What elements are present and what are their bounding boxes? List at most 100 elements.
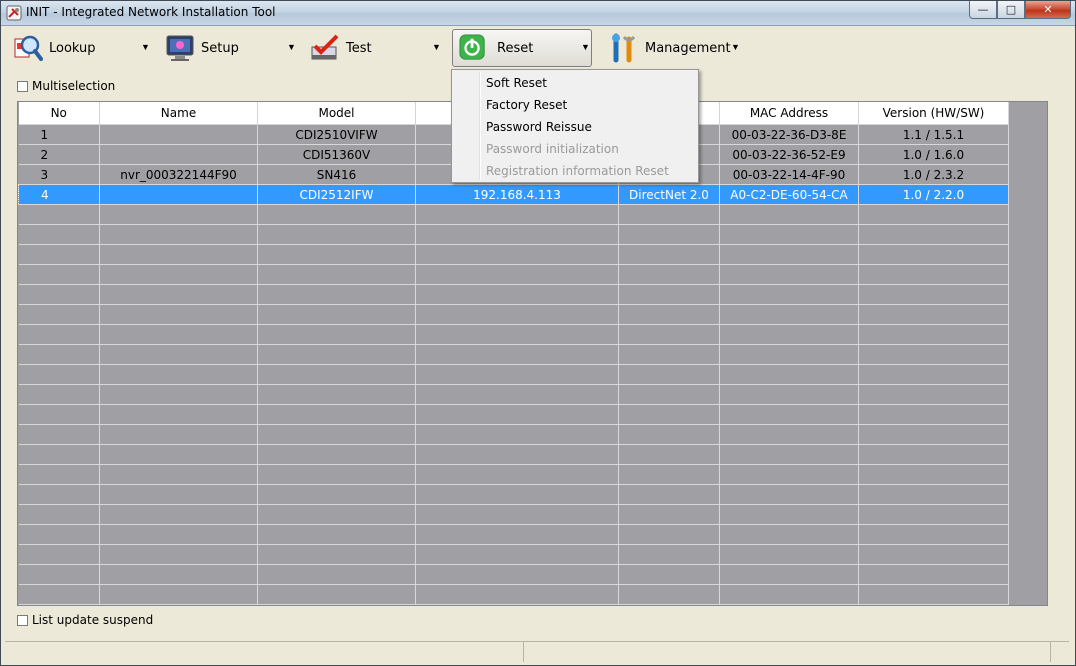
empty-cell [618,464,720,485]
reset-button[interactable]: Reset ▼ [459,30,590,66]
empty-cell [257,404,416,425]
empty-table-row [18,204,1009,225]
empty-cell [99,224,258,245]
empty-cell [858,364,1009,385]
table-row-selected[interactable]: 4 CDI2512IFW 192.168.4.113 DirectNet 2.0… [18,184,1009,205]
empty-cell [18,584,100,605]
empty-cell [858,224,1009,245]
status-bar [5,641,1069,662]
setup-button[interactable]: Setup ▼ [165,30,297,66]
setup-label: Setup [201,40,239,56]
management-dropdown-arrow-icon[interactable]: ▼ [731,42,740,52]
empty-table-row [18,244,1009,265]
empty-table-row [18,504,1009,525]
empty-cell [719,324,859,345]
empty-cell [618,384,720,405]
empty-cell [719,284,859,305]
empty-cell [257,384,416,405]
list-update-suspend-checkbox[interactable]: List update suspend [17,613,153,627]
title-bar[interactable]: INIT - Integrated Network Installation T… [1,1,1075,26]
empty-cell [99,404,258,425]
multiselection-checkbox[interactable]: Multiselection [17,79,115,93]
empty-cell [99,504,258,525]
lookup-dropdown-arrow-icon[interactable]: ▼ [141,42,150,52]
empty-cell [99,464,258,485]
empty-cell [719,564,859,585]
close-button[interactable]: ✕ [1025,1,1071,19]
empty-table-row [18,364,1009,385]
empty-cell [858,544,1009,565]
reset-dropdown-menu: Soft Reset Factory Reset Password Reissu… [451,69,699,183]
empty-cell [858,384,1009,405]
empty-cell [719,404,859,425]
empty-cell [18,304,100,325]
empty-cell [99,264,258,285]
col-header-mac[interactable]: MAC Address [719,102,859,125]
empty-cell [618,584,720,605]
empty-cell [618,224,720,245]
empty-cell [719,544,859,565]
menu-item-factory-reset[interactable]: Factory Reset [486,95,567,115]
lookup-button[interactable]: Lookup ▼ [13,30,155,66]
cell-no: 3 [18,164,100,185]
empty-cell [618,364,720,385]
reset-dropdown-arrow-icon[interactable]: ▼ [581,42,590,52]
empty-cell [99,204,258,225]
status-pane-1 [5,642,524,662]
test-dropdown-arrow-icon[interactable]: ▼ [432,42,441,52]
empty-cell [257,544,416,565]
cell-protocol: DirectNet 2.0 [618,184,720,205]
minimize-button[interactable]: — [969,1,997,19]
col-header-version[interactable]: Version (HW/SW) [858,102,1009,125]
cell-mac: 00-03-22-36-52-E9 [719,144,859,165]
test-label: Test [346,40,372,56]
test-button[interactable]: Test ▼ [310,30,442,66]
empty-cell [719,244,859,265]
empty-table-row [18,464,1009,485]
cell-no: 2 [18,144,100,165]
empty-cell [719,204,859,225]
management-button[interactable]: Management ▼ [609,30,745,66]
col-header-model[interactable]: Model [257,102,416,125]
empty-table-row [18,324,1009,345]
col-header-name[interactable]: Name [99,102,258,125]
setup-dropdown-arrow-icon[interactable]: ▼ [287,42,296,52]
empty-cell [18,264,100,285]
empty-cell [415,404,619,425]
list-update-suspend-checkbox-box[interactable] [17,614,28,626]
empty-cell [18,224,100,245]
empty-cell [99,544,258,565]
cell-name [99,184,258,205]
empty-cell [719,344,859,365]
empty-rows [18,204,1009,605]
empty-cell [415,384,619,405]
empty-cell [719,484,859,505]
menu-item-password-reissue[interactable]: Password Reissue [486,117,592,137]
empty-cell [858,564,1009,585]
cell-no: 4 [18,184,100,205]
empty-cell [257,224,416,245]
empty-cell [858,324,1009,345]
empty-cell [858,404,1009,425]
empty-cell [858,444,1009,465]
maximize-button[interactable]: □ [997,1,1025,19]
empty-table-row [18,344,1009,365]
empty-cell [257,504,416,525]
empty-table-row [18,444,1009,465]
empty-cell [858,304,1009,325]
empty-cell [99,364,258,385]
monitor-settings-icon [166,35,194,61]
empty-cell [257,324,416,345]
empty-cell [257,484,416,505]
size-grip-icon[interactable] [1051,642,1069,662]
empty-cell [858,584,1009,605]
empty-cell [99,484,258,505]
menu-item-soft-reset[interactable]: Soft Reset [486,73,547,93]
status-pane-2 [524,642,1051,662]
multiselection-checkbox-box[interactable] [17,80,28,92]
empty-cell [18,404,100,425]
empty-cell [18,444,100,465]
empty-cell [719,364,859,385]
col-header-no[interactable]: No [18,102,100,125]
cell-version: 1.0 / 2.2.0 [858,184,1009,205]
